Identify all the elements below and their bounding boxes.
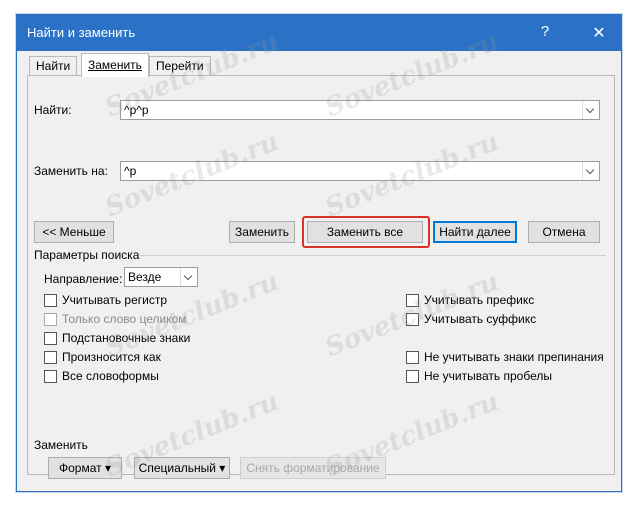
help-icon[interactable]: ? [535,23,555,40]
replace-label: Заменить на: [34,164,108,178]
tab-replace-label: Заменить [88,58,142,72]
title-bar: Найти и заменить ? ✕ [17,15,621,51]
tab-find[interactable]: Найти [29,56,78,76]
search-options-title: Параметры поиска [34,248,140,262]
cancel-button[interactable]: Отмена [528,221,600,243]
tab-goto[interactable]: Перейти [149,56,211,76]
replace-all-button[interactable]: Заменить все [307,221,423,243]
tab-replace[interactable]: Заменить [81,53,149,77]
find-input[interactable]: ^p^p [120,100,600,120]
close-icon[interactable]: ✕ [589,23,609,43]
replace-section-title: Заменить [34,438,88,452]
replace-input[interactable]: ^p [120,161,600,181]
replace-button[interactable]: Заменить [229,221,295,243]
match-suffix-checkbox[interactable] [406,313,419,326]
ignore-spaces-label: Не учитывать пробелы [424,369,552,383]
ignore-spaces-checkbox[interactable] [406,370,419,383]
direction-select[interactable]: Везде [124,267,198,287]
match-prefix-checkbox[interactable] [406,294,419,307]
window-title: Найти и заменить [27,25,136,40]
ignore-punctuation-checkbox[interactable] [406,351,419,364]
find-replace-dialog: Найти и заменить ? ✕ Найти Заменить Пере… [16,14,622,492]
sounds-like-checkbox[interactable] [44,351,57,364]
match-case-label: Учитывать регистр [62,293,168,307]
less-button[interactable]: << Меньше [34,221,114,243]
whole-word-label: Только слово целиком [62,312,187,326]
all-word-forms-checkbox[interactable] [44,370,57,383]
direction-dropdown-icon[interactable] [180,268,197,286]
find-value: ^p^p [124,103,149,117]
direction-value: Везде [128,270,162,284]
find-dropdown-icon[interactable] [582,101,599,119]
match-case-checkbox[interactable] [44,294,57,307]
tab-panel: Найти: ^p^p Заменить на: ^p << Меньше За… [27,75,615,479]
format-button[interactable]: Формат ▾ [48,457,122,479]
replace-dropdown-icon[interactable] [582,162,599,180]
match-prefix-label: Учитывать префикс [424,293,535,307]
sounds-like-label: Произносится как [62,350,161,364]
whole-word-checkbox [44,313,57,326]
all-word-forms-label: Все словоформы [62,369,159,383]
find-next-button[interactable]: Найти далее [433,221,517,243]
search-options-divider [140,255,606,256]
wildcards-label: Подстановочные знаки [62,331,191,345]
ignore-punctuation-label: Не учитывать знаки препинания [424,350,604,364]
clear-format-button: Снять форматирование [240,457,386,479]
special-button[interactable]: Специальный ▾ [134,457,230,479]
find-label: Найти: [34,103,72,117]
wildcards-checkbox[interactable] [44,332,57,345]
replace-value: ^p [124,164,137,178]
match-suffix-label: Учитывать суффикс [424,312,537,326]
direction-label: Направление: [44,272,123,286]
